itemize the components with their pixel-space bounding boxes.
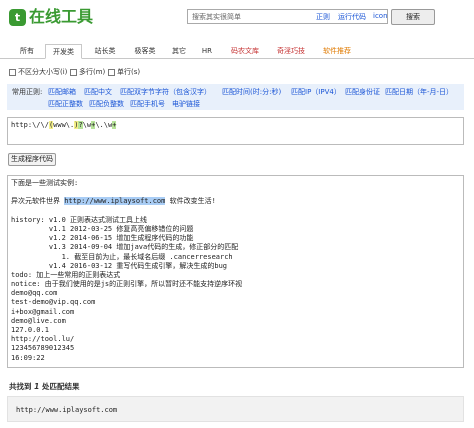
regex-link-email[interactable]: 匹配邮箱	[48, 87, 76, 97]
regex-link-double-byte[interactable]: 匹配双字节字符（包含汉字）	[120, 87, 211, 97]
tab-hr[interactable]: HR	[197, 44, 217, 59]
regex-link-time[interactable]: 匹配时间(时:分:秒)	[222, 87, 281, 97]
result-title-suffix: 处匹配结果	[39, 382, 80, 391]
tab-tricks[interactable]: 奇淫巧技	[272, 44, 310, 59]
text-line: 123456789012345	[11, 344, 75, 353]
result-title-prefix: 共找到	[9, 382, 35, 391]
text-line: 127.0.0.1	[11, 326, 49, 334]
tab-geek[interactable]: 极客类	[128, 44, 162, 59]
regex-quantifier: +	[112, 121, 117, 129]
text-line	[11, 207, 460, 216]
tab-software[interactable]: 软件推荐	[318, 44, 356, 59]
text-line: test-demo@vip.qq.com	[11, 298, 96, 307]
generate-code-button[interactable]: 生成程序代码	[8, 153, 56, 166]
regex-link-date[interactable]: 匹配日期（年-月-日）	[385, 87, 453, 97]
single-line-checkbox[interactable]	[108, 68, 115, 76]
text-line: 16:09:22	[11, 353, 45, 362]
tab-dev[interactable]: 开发类	[45, 44, 82, 59]
regex-token: \.	[95, 121, 104, 129]
tab-other[interactable]: 其它	[167, 44, 191, 59]
text-line: 异次元软件世界 http://www.iplaysoft.com 软件改变生活!	[11, 197, 460, 206]
ignore-case-label: 不区分大小写(i)	[18, 68, 68, 76]
test-text-input[interactable]: 下面是一些测试实例: 异次元软件世界 http://www.iplaysoft.…	[7, 175, 464, 368]
regex-link-positive-int[interactable]: 匹配正整数	[48, 99, 83, 109]
site-logo-text[interactable]: 在线工具	[29, 7, 93, 27]
logo-icon[interactable]: t	[9, 9, 26, 26]
quick-link-icon[interactable]: icon	[373, 12, 388, 20]
search-button[interactable]: 搜索	[391, 9, 435, 25]
text-line	[11, 188, 460, 197]
regex-token: http:\/\/	[11, 121, 49, 129]
regex-link-negative-int[interactable]: 匹配负整数	[89, 99, 124, 109]
text-line: todo: 加上一些常用的正则表达式	[11, 270, 121, 279]
single-line-label: 单行(s)	[117, 68, 141, 76]
regex-token: \w	[103, 121, 113, 129]
text-line: 下面是一些测试实例:	[11, 179, 79, 187]
regex-link-chinese[interactable]: 匹配中文	[84, 87, 112, 97]
text-line: notice: 由于我们使用的是js的正则引擎，所以暂时还不能支持逆序环视	[11, 280, 243, 289]
text-line: demo@live.com	[11, 316, 66, 325]
regex-input[interactable]: http:\/\/(www\.)?\w+\.\w+	[7, 117, 464, 145]
match-result-item: http://www.iplaysoft.com	[16, 406, 118, 414]
regex-token: \w	[82, 121, 92, 129]
regex-link-mobile[interactable]: 匹配手机号	[130, 99, 165, 109]
tab-all[interactable]: 所有	[14, 44, 40, 59]
text-line: i+box@gmail.com	[11, 307, 75, 316]
match-highlight: http://www.iplaysoft.com	[64, 197, 166, 206]
ignore-case-checkbox[interactable]	[9, 68, 16, 76]
multiline-label: 多行(m)	[79, 68, 106, 76]
multiline-checkbox[interactable]	[70, 68, 77, 76]
tab-webmaster[interactable]: 站长类	[88, 44, 122, 59]
text-line: history: v1.0 正则表达式测试工具上线	[11, 215, 148, 224]
single-line-option[interactable]: 单行(s)	[108, 67, 140, 77]
text-line: 1. 截至目前为止，最长域名后缀 .cancerresearch	[11, 252, 233, 261]
result-heading: 共找到 1 处匹配结果	[9, 381, 79, 392]
match-result-box: http://www.iplaysoft.com	[7, 396, 464, 422]
text-segment: 异次元软件世界	[11, 197, 65, 206]
multiline-option[interactable]: 多行(m)	[70, 67, 105, 77]
regex-link-ip[interactable]: 匹配IP（IPV4）	[291, 87, 341, 97]
text-segment: 软件改变生活!	[165, 197, 216, 206]
text-line: v1.4 2016-03-12 重写代码生成引擎，解决生成的bug	[11, 261, 228, 270]
text-line: http://tool.lu/	[11, 335, 75, 344]
quick-link-run-code[interactable]: 运行代码	[338, 12, 366, 22]
text-line: demo@qq.com	[11, 289, 58, 298]
ignore-case-option[interactable]: 不区分大小写(i)	[9, 67, 67, 77]
tab-coder-library[interactable]: 码农文库	[225, 44, 265, 59]
regex-token: www\.	[53, 121, 75, 129]
text-line: v1.3 2014-09-04 增加java代码的生成，修正部分的匹配	[11, 243, 239, 252]
common-regex-label: 常用正则:	[12, 88, 43, 96]
regex-link-id-card[interactable]: 匹配身份证	[345, 87, 380, 97]
text-line: v1.2 2014-06-15 增加生成程序代码的功能	[11, 234, 194, 243]
text-line: v1.1 2012-03-25 修复高亮偏移错位的问题	[11, 224, 194, 233]
quick-link-regex[interactable]: 正则	[316, 12, 330, 22]
regex-link-ed2k[interactable]: 电驴链接	[172, 99, 200, 109]
